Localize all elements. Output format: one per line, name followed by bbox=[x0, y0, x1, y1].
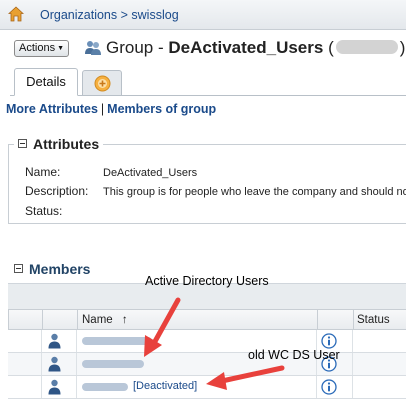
table-cell bbox=[352, 330, 406, 352]
title-close-paren: ) bbox=[399, 38, 406, 57]
breadcrumb-separator: > bbox=[120, 8, 128, 22]
add-tab-icon bbox=[94, 75, 111, 92]
members-heading[interactable]: Members bbox=[14, 261, 90, 277]
table-cell bbox=[352, 353, 406, 375]
sort-ascending-icon: ↑ bbox=[121, 314, 128, 326]
attribute-row-status: Status: bbox=[25, 204, 103, 218]
attribute-label: Name: bbox=[25, 165, 61, 179]
tab-details[interactable]: Details bbox=[14, 68, 78, 96]
info-icon[interactable] bbox=[321, 379, 337, 395]
members-table: Name ↑ Status [Deactivated] bbox=[8, 309, 406, 399]
attributes-heading-label: Attributes bbox=[33, 136, 100, 152]
members-heading-label: Members bbox=[29, 261, 91, 277]
breadcrumb-organizations[interactable]: Organizations bbox=[40, 8, 117, 22]
attribute-row-description: Description: This group is for people who… bbox=[25, 184, 406, 198]
breadcrumb-current[interactable]: swisslog bbox=[131, 8, 178, 22]
user-icon bbox=[48, 356, 61, 372]
annotation-active-directory: Active Directory Users bbox=[145, 274, 269, 288]
table-row[interactable] bbox=[8, 353, 406, 376]
title-open-paren: ( bbox=[328, 38, 334, 57]
page-title: Group - DeActivated_Users () bbox=[106, 38, 405, 58]
collapse-icon[interactable] bbox=[18, 139, 27, 148]
table-header: Name ↑ Status bbox=[8, 309, 406, 330]
tab-strip: Details bbox=[10, 68, 406, 96]
group-name: DeActivated_Users bbox=[168, 38, 324, 57]
member-name-redacted[interactable] bbox=[82, 383, 128, 391]
column-header-status[interactable]: Status bbox=[353, 310, 406, 330]
deactivated-tag: [Deactivated] bbox=[133, 380, 198, 392]
home-icon[interactable] bbox=[8, 6, 24, 22]
section-links: More Attributes | Members of group bbox=[6, 102, 216, 116]
attribute-label: Description: bbox=[25, 184, 89, 198]
top-bar: Organizations > swisslog bbox=[0, 0, 406, 30]
attribute-value: This group is for people who leave the c… bbox=[103, 186, 406, 198]
actions-label: Actions bbox=[19, 42, 56, 54]
member-name-redacted[interactable] bbox=[82, 337, 152, 345]
collapse-icon[interactable] bbox=[14, 264, 23, 273]
attribute-value: DeActivated_Users bbox=[103, 167, 198, 179]
user-icon bbox=[48, 333, 61, 349]
table-cell bbox=[352, 376, 406, 398]
title-bar: Actions ▼ Group - DeActivated_Users () bbox=[10, 38, 406, 60]
table-row[interactable]: [Deactivated] bbox=[8, 376, 406, 399]
actions-button[interactable]: Actions ▼ bbox=[14, 40, 70, 57]
member-name-redacted[interactable] bbox=[82, 360, 144, 368]
attribute-label: Status: bbox=[25, 204, 63, 218]
group-icon bbox=[85, 41, 101, 55]
members-of-group-link[interactable]: Members of group bbox=[107, 102, 216, 116]
breadcrumb: Organizations > swisslog bbox=[40, 8, 179, 22]
annotation-old-wc-ds: old WC DS User bbox=[248, 348, 340, 362]
column-header-icon bbox=[42, 310, 77, 330]
table-row[interactable] bbox=[8, 330, 406, 353]
title-prefix: Group - bbox=[106, 38, 169, 57]
column-header-info bbox=[317, 310, 353, 330]
tab-add[interactable] bbox=[82, 70, 122, 96]
column-name-label: Name bbox=[82, 314, 113, 326]
chevron-down-icon: ▼ bbox=[57, 45, 65, 52]
redacted-id bbox=[335, 40, 398, 54]
attribute-row-name: Name: DeActivated_Users bbox=[25, 165, 197, 179]
attributes-heading[interactable]: Attributes bbox=[14, 136, 104, 152]
info-icon[interactable] bbox=[321, 333, 337, 349]
user-icon bbox=[48, 379, 61, 395]
column-header-name[interactable]: Name ↑ bbox=[77, 310, 317, 330]
more-attributes-link[interactable]: More Attributes bbox=[6, 102, 98, 116]
link-separator: | bbox=[100, 102, 105, 116]
